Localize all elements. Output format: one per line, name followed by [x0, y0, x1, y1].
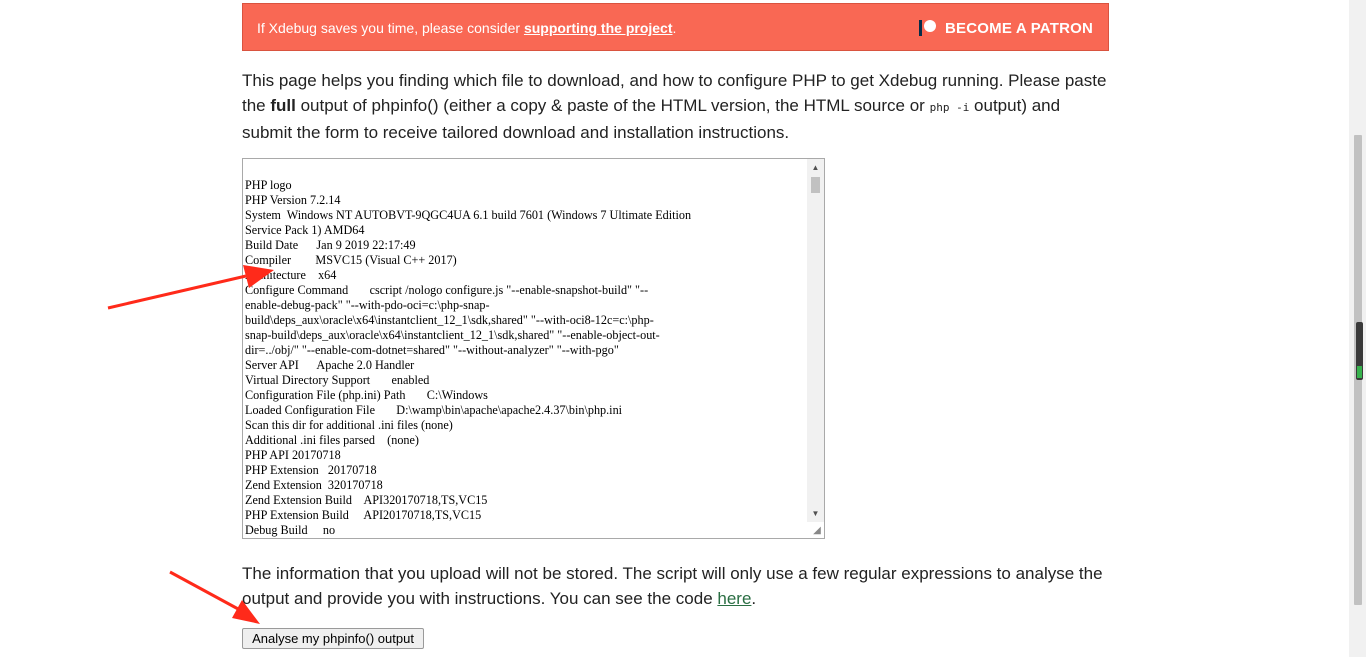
become-patron-label: BECOME A PATRON — [945, 19, 1093, 37]
scroll-up-arrow-icon[interactable]: ▲ — [807, 159, 824, 176]
banner-text: If Xdebug saves you time, please conside… — [257, 20, 677, 36]
resize-grip-icon[interactable]: ◢ — [811, 525, 823, 537]
become-patron-button[interactable]: BECOME A PATRON — [919, 17, 1093, 39]
intro-paragraph: This page helps you finding which file t… — [242, 71, 1107, 142]
scroll-position-marker — [1357, 366, 1362, 378]
phpinfo-textarea-content[interactable]: PHP logo PHP Version 7.2.14 System Windo… — [245, 178, 807, 538]
patreon-icon — [919, 19, 937, 37]
supporting-project-link[interactable]: supporting the project — [524, 20, 673, 36]
support-banner: If Xdebug saves you time, please conside… — [242, 3, 1109, 51]
code-here-link[interactable]: here — [717, 589, 751, 608]
textarea-scroll-thumb[interactable] — [811, 177, 820, 193]
info-paragraph: The information that you upload will not… — [242, 564, 1103, 608]
textarea-scrollbar[interactable]: ▲ ▼ — [807, 159, 824, 522]
phpinfo-textarea[interactable]: PHP logo PHP Version 7.2.14 System Windo… — [242, 158, 825, 539]
analyse-phpinfo-button[interactable]: Analyse my phpinfo() output — [242, 628, 424, 649]
php-i-code: php -i — [929, 101, 970, 114]
scroll-down-arrow-icon[interactable]: ▼ — [807, 505, 824, 522]
